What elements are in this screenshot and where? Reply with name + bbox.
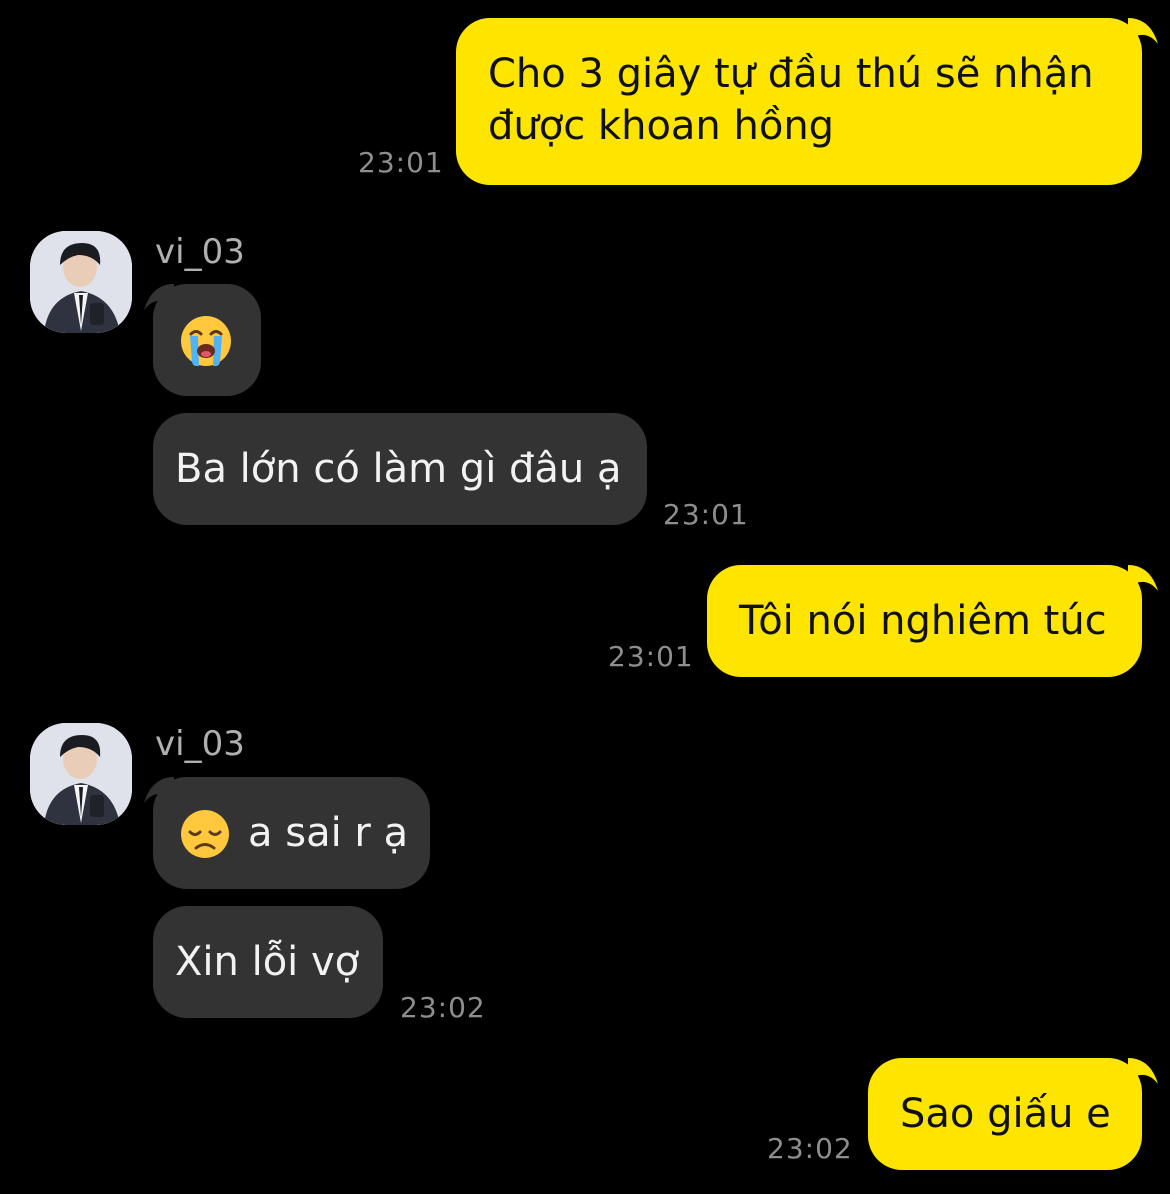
outgoing-message-bubble[interactable]: Sao giấu e [868, 1058, 1142, 1170]
outgoing-message-bubble[interactable]: Tôi nói nghiêm túc [707, 565, 1142, 677]
avatar[interactable] [30, 231, 132, 333]
message-timestamp: 23:01 [358, 146, 444, 179]
message-text: Tôi nói nghiêm túc [739, 598, 1107, 644]
bubble-tail-right [1128, 565, 1158, 591]
message-text-line: được khoan hồng [488, 103, 835, 149]
incoming-message-bubble[interactable]: Xin lỗi vợ [153, 906, 383, 1018]
bubble-tail-right [1128, 18, 1158, 44]
bubble-tail-left [144, 284, 174, 310]
message-text: Sao giấu e [900, 1091, 1111, 1137]
message-timestamp: 23:01 [663, 498, 749, 531]
sender-name: vi_03 [155, 724, 245, 764]
disappointed-face-emoji [181, 810, 229, 858]
incoming-message-bubble[interactable]: Ba lớn có làm gì đâu ạ [153, 413, 647, 525]
message-text: a sai r ạ [248, 810, 409, 856]
message-text: Xin lỗi vợ [175, 939, 360, 985]
message-text-line: Cho 3 giây tự đầu thú sẽ nhận [488, 51, 1094, 97]
avatar[interactable] [30, 723, 132, 825]
profile-photo-icon [30, 723, 132, 825]
message-timestamp: 23:02 [400, 991, 486, 1024]
outgoing-message-bubble[interactable]: Cho 3 giây tự đầu thú sẽ nhận được khoan… [456, 18, 1142, 185]
profile-photo-icon [30, 231, 132, 333]
incoming-message-bubble[interactable]: a sai r ạ [153, 777, 430, 889]
sender-name: vi_03 [155, 232, 245, 272]
message-timestamp: 23:01 [608, 640, 694, 673]
message-text: Ba lớn có làm gì đâu ạ [175, 446, 622, 492]
bubble-tail-right [1128, 1058, 1158, 1084]
message-timestamp: 23:02 [767, 1132, 853, 1165]
loudly-crying-face-emoji [181, 316, 231, 366]
bubble-tail-left [144, 777, 174, 803]
